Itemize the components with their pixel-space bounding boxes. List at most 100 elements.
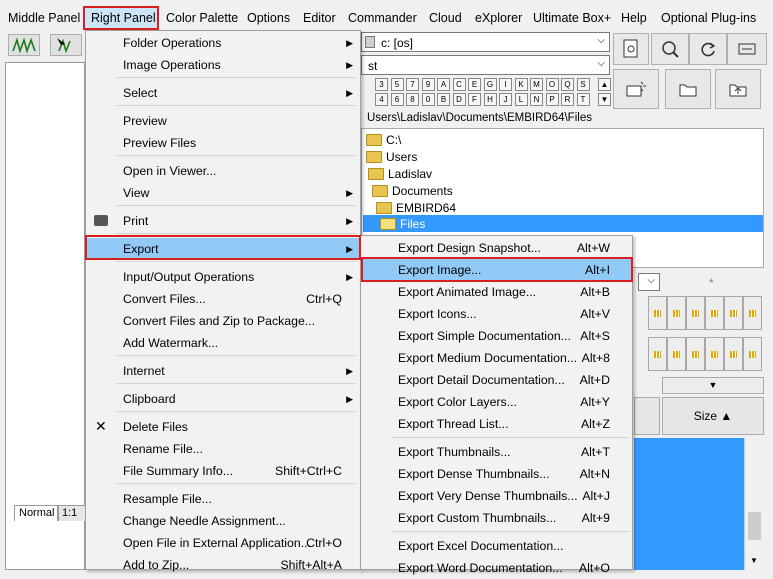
tree-node-documents[interactable]: Documents — [372, 184, 453, 198]
tab-normal[interactable]: Normal — [14, 505, 58, 521]
letter-key-3[interactable]: 3 — [375, 78, 388, 91]
menu-item-print[interactable]: Print ▶ — [86, 210, 360, 232]
letter-key-p[interactable]: P — [545, 93, 559, 106]
menu-editor[interactable]: Editor — [303, 11, 336, 25]
display-mode-button[interactable] — [743, 296, 762, 330]
menu-cloud[interactable]: Cloud — [429, 11, 462, 25]
menu-item-preview-files[interactable]: Preview Files — [86, 132, 360, 154]
menu-item-clipboard[interactable]: Clipboard ▶ — [86, 388, 360, 410]
drive-select[interactable]: c: [os] ⌵ — [361, 32, 610, 52]
scroll-down-icon[interactable]: ▼ — [750, 556, 758, 565]
letter-key-o[interactable]: O — [545, 78, 559, 91]
menu-item-export-color-layers[interactable]: Export Color Layers... Alt+Y — [361, 391, 632, 413]
letter-key-6[interactable]: 6 — [390, 93, 404, 106]
scroll-up-icon[interactable]: ▲ — [598, 78, 611, 91]
tree-node-users[interactable]: Users — [366, 150, 417, 164]
tree-node-embird64[interactable]: EMBIRD64 — [376, 201, 456, 215]
display-mode-button[interactable] — [724, 296, 743, 330]
menu-help[interactable]: Help — [621, 11, 647, 25]
menu-item-export-thumbnails[interactable]: Export Thumbnails... Alt+T — [361, 441, 632, 463]
letter-key-m[interactable]: M — [530, 78, 543, 91]
menu-item-rename-file[interactable]: Rename File... — [86, 438, 360, 460]
letter-key-4[interactable]: 4 — [375, 93, 388, 106]
letter-key-q[interactable]: Q — [561, 78, 574, 91]
new-folder-button[interactable] — [613, 69, 659, 109]
menu-item-select[interactable]: Select ▶ — [86, 82, 360, 104]
menu-item-open-in-viewer[interactable]: Open in Viewer... — [86, 160, 360, 182]
display-mode-button[interactable] — [686, 296, 705, 330]
letter-key-g[interactable]: G — [483, 78, 497, 91]
zoom-button[interactable] — [651, 33, 689, 65]
letter-key-l[interactable]: L — [514, 93, 528, 106]
edit-tool-button[interactable] — [50, 34, 82, 56]
letter-key-r[interactable]: R — [561, 93, 574, 106]
display-mode-button[interactable] — [724, 337, 743, 371]
file-list-scrollbar[interactable]: ▼ — [744, 438, 764, 570]
menu-item-export-custom-thumbnails[interactable]: Export Custom Thumbnails... Alt+9 — [361, 507, 632, 529]
file-list-selection[interactable] — [634, 438, 744, 570]
letter-key-h[interactable]: H — [483, 93, 497, 106]
display-mode-button[interactable] — [705, 337, 724, 371]
menu-item-export-medium-documentation[interactable]: Export Medium Documentation... Alt+8 — [361, 347, 632, 369]
menu-optional-plugins[interactable]: Optional Plug-ins — [661, 11, 756, 25]
menu-item-open-external-application[interactable]: Open File in External Application... Ctrl… — [86, 532, 360, 554]
letter-key-s[interactable]: S — [576, 78, 590, 91]
menu-item-export-image[interactable]: Export Image... Alt+I — [361, 259, 632, 281]
tree-node-ladislav[interactable]: Ladislav — [368, 167, 432, 181]
display-mode-button[interactable] — [667, 296, 686, 330]
menu-item-export-word-documentation[interactable]: Export Word Documentation... Alt+O — [361, 557, 632, 579]
menu-item-resample-file[interactable]: Resample File... — [86, 488, 360, 510]
menu-item-export[interactable]: Export ▶ — [86, 238, 360, 260]
letter-key-j[interactable]: J — [499, 93, 512, 106]
sort-size-button[interactable]: Size ▲ — [662, 397, 764, 435]
scrollbar-thumb[interactable] — [748, 512, 761, 540]
letter-key-t[interactable]: T — [576, 93, 590, 106]
menu-options[interactable]: Options — [247, 11, 290, 25]
menu-item-convert-files[interactable]: Convert Files... Ctrl+Q — [86, 288, 360, 310]
letter-key-d[interactable]: D — [452, 93, 466, 106]
display-mode-button[interactable] — [743, 337, 762, 371]
letter-key-i[interactable]: I — [499, 78, 512, 91]
middle-panel-canvas[interactable] — [5, 62, 85, 570]
tree-node-c[interactable]: C:\ — [366, 133, 401, 147]
scroll-down-icon[interactable]: ▼ — [598, 93, 611, 106]
menu-item-export-very-dense-thumbnails[interactable]: Export Very Dense Thumbnails... Alt+J — [361, 485, 632, 507]
letter-key-c[interactable]: C — [452, 78, 466, 91]
window-button[interactable] — [727, 33, 767, 65]
menu-item-input-output-operations[interactable]: Input/Output Operations ▶ — [86, 266, 360, 288]
menu-item-preview[interactable]: Preview — [86, 110, 360, 132]
menu-item-export-design-snapshot[interactable]: Export Design Snapshot... Alt+W — [361, 237, 632, 259]
view-select[interactable]: st ⌵ — [361, 55, 610, 75]
menu-item-add-watermark[interactable]: Add Watermark... — [86, 332, 360, 354]
menu-color-palette[interactable]: Color Palette — [166, 11, 238, 25]
menu-item-export-detail-documentation[interactable]: Export Detail Documentation... Alt+D — [361, 369, 632, 391]
display-mode-button[interactable] — [648, 337, 667, 371]
letter-key-8[interactable]: 8 — [406, 93, 419, 106]
menu-item-export-dense-thumbnails[interactable]: Export Dense Thumbnails... Alt+N — [361, 463, 632, 485]
menu-item-export-thread-list[interactable]: Export Thread List... Alt+Z — [361, 413, 632, 435]
letter-key-e[interactable]: E — [468, 78, 481, 91]
menu-item-internet[interactable]: Internet ▶ — [86, 360, 360, 382]
tree-node-files[interactable]: Files — [380, 217, 425, 231]
letter-key-k[interactable]: K — [514, 78, 528, 91]
parent-folder-button[interactable] — [715, 69, 761, 109]
menu-item-export-excel-documentation[interactable]: Export Excel Documentation... — [361, 535, 632, 557]
letter-key-b[interactable]: B — [437, 93, 450, 106]
color-select[interactable]: ⌵ — [638, 273, 660, 291]
letter-key-7[interactable]: 7 — [406, 78, 419, 91]
expand-button[interactable]: ▼ — [662, 377, 764, 394]
tab-one-to-one[interactable]: 1:1 N — [58, 505, 86, 521]
letter-key-9[interactable]: 9 — [421, 78, 435, 91]
letter-key-f[interactable]: F — [468, 93, 481, 106]
menu-item-convert-files-zip[interactable]: Convert Files and Zip to Package... — [86, 310, 360, 332]
refresh-button[interactable] — [689, 33, 727, 65]
stitch-tool-button[interactable] — [8, 34, 40, 56]
letter-key-5[interactable]: 5 — [390, 78, 404, 91]
menu-item-export-simple-documentation[interactable]: Export Simple Documentation... Alt+S — [361, 325, 632, 347]
menu-item-add-to-zip[interactable]: Add to Zip... Shift+Alt+A — [86, 554, 360, 576]
letter-key-n[interactable]: N — [530, 93, 543, 106]
menu-item-file-summary-info[interactable]: File Summary Info... Shift+Ctrl+C — [86, 460, 360, 482]
menu-ultimate-box[interactable]: Ultimate Box+ — [533, 11, 611, 25]
display-mode-button[interactable] — [705, 296, 724, 330]
menu-item-change-needle-assignment[interactable]: Change Needle Assignment... — [86, 510, 360, 532]
